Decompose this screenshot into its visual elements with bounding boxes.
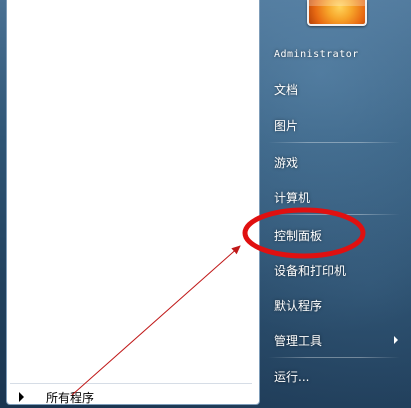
games-link[interactable]: 游戏 <box>266 152 404 172</box>
documents-link[interactable]: 文档 <box>266 79 404 99</box>
run-link[interactable]: 运行... <box>266 366 404 386</box>
user-avatar[interactable] <box>307 0 367 26</box>
programs-divider <box>10 383 252 384</box>
computer-link[interactable]: 计算机 <box>266 187 404 207</box>
pictures-link[interactable]: 图片 <box>266 115 404 135</box>
all-programs-button[interactable]: 所有程序 <box>14 388 250 406</box>
admin-tools-link[interactable]: 管理工具 <box>266 330 404 350</box>
submenu-arrow-icon <box>394 336 398 344</box>
menu-separator <box>268 142 400 143</box>
menu-separator <box>268 357 400 358</box>
all-programs-label: 所有程序 <box>46 390 95 405</box>
default-programs-link[interactable]: 默认程序 <box>266 295 404 315</box>
programs-panel <box>6 0 260 405</box>
devices-printers-link[interactable]: 设备和打印机 <box>266 260 404 280</box>
menu-separator <box>268 214 400 215</box>
control-panel-link[interactable]: 控制面板 <box>266 225 404 245</box>
user-name-link[interactable]: Administrator <box>266 45 404 63</box>
expand-arrow-icon <box>19 392 24 402</box>
admin-tools-label: 管理工具 <box>274 333 323 348</box>
